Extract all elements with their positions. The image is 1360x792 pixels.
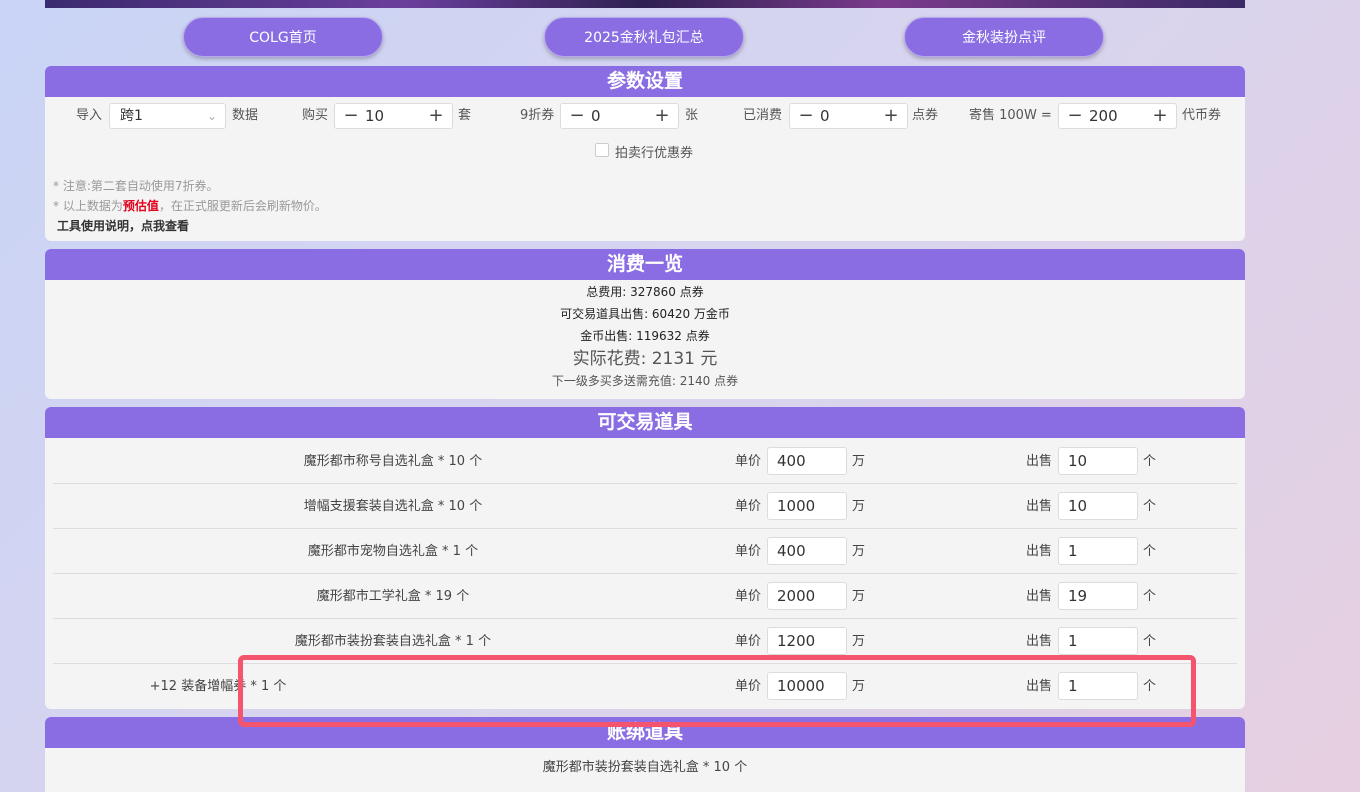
actual-cost: 实际花费: 2131 元	[572, 349, 718, 369]
sell-quantity-input[interactable]: 19	[1058, 582, 1138, 610]
price-unit: 万	[852, 544, 866, 559]
rate-minus-button[interactable]: −	[1063, 104, 1087, 128]
next-tier-recharge: 下一级多买多送需充值: 2140 点券	[551, 374, 739, 388]
discount-plus-button[interactable]: +	[650, 104, 674, 128]
note-estimate-prefix: * 以上数据为	[53, 199, 123, 213]
spent-label: 已消费	[743, 108, 783, 123]
server-select[interactable]: 跨1 ⌄	[109, 103, 226, 129]
data-label: 数据	[232, 108, 259, 123]
item-name: 增幅支援套装自选礼盒 * 10 个	[303, 499, 483, 514]
summary-title: 消费一览	[45, 249, 1245, 280]
settings-row: 导入 跨1 ⌄ 数据 购买 − 10 + 套 9折券 − 0 + 张 已消费 −…	[45, 103, 1245, 129]
settings-panel: 参数设置 导入 跨1 ⌄ 数据 购买 − 10 + 套 9折券 − 0 + 张 …	[45, 66, 1245, 241]
spent-plus-button[interactable]: +	[879, 104, 903, 128]
outfit-review-button[interactable]: 金秋装扮点评	[904, 17, 1104, 57]
note-estimate-suffix: ，在正式服更新后会刷新物价。	[158, 199, 327, 213]
sell-label: 出售	[1026, 454, 1053, 469]
price-unit: 万	[852, 499, 866, 514]
discount-minus-button[interactable]: −	[565, 104, 589, 128]
sell-label: 出售	[1026, 544, 1053, 559]
rate-unit-label: 代币券	[1182, 108, 1222, 123]
sell-label: 出售	[1026, 589, 1053, 604]
sell-unit: 个	[1143, 454, 1157, 469]
total-cost: 总费用: 327860 点券	[586, 285, 704, 299]
price-label: 单价	[735, 589, 762, 604]
list-item: 魔形都市装扮套装自选礼盒 * 10 个	[542, 760, 748, 775]
price-unit: 万	[852, 589, 866, 604]
spent-amount-value[interactable]: 0	[820, 104, 830, 128]
table-row: 增幅支援套装自选礼盒 * 10 个 单价 1000 万 出售 10 个	[53, 484, 1237, 529]
note-second-set: * 注意:第二套自动使用7折券。	[53, 179, 219, 193]
buy-quantity-stepper[interactable]: − 10 +	[334, 103, 453, 129]
auction-coupon-label[interactable]: 拍卖行优惠券	[615, 142, 693, 161]
sell-unit: 个	[1143, 589, 1157, 604]
top-banner-image	[45, 0, 1245, 8]
server-select-value: 跨1	[120, 108, 143, 124]
chevron-down-icon: ⌄	[206, 109, 217, 123]
sell-unit: 个	[1143, 544, 1157, 559]
bound-items-panel: 账绑道具 魔形都市装扮套装自选礼盒 * 10 个	[45, 717, 1245, 792]
table-row: 魔形都市称号自选礼盒 * 10 个 单价 400 万 出售 10 个	[53, 439, 1237, 484]
price-label: 单价	[735, 454, 762, 469]
exchange-rate-stepper[interactable]: − 200 +	[1058, 103, 1177, 129]
price-label: 单价	[735, 499, 762, 514]
spent-amount-stepper[interactable]: − 0 +	[789, 103, 908, 129]
navigation-bar: COLG首页 2025金秋礼包汇总 金秋装扮点评	[45, 17, 1245, 57]
exchange-rate-label: 寄售 100W =	[969, 108, 1052, 123]
tradable-sale-total: 可交易道具出售: 60420 万金币	[560, 307, 730, 321]
item-name: 魔形都市称号自选礼盒 * 10 个	[303, 454, 483, 469]
price-label: 单价	[735, 544, 762, 559]
help-link[interactable]: 工具使用说明，点我查看	[53, 216, 327, 236]
auction-coupon-checkbox[interactable]	[595, 143, 609, 157]
item-name: 魔形都市工学礼盒 * 19 个	[316, 589, 470, 604]
colg-home-button[interactable]: COLG首页	[183, 17, 383, 57]
item-name: 魔形都市宠物自选礼盒 * 1 个	[307, 544, 479, 559]
import-label: 导入	[76, 108, 103, 123]
buy-unit-label: 套	[458, 108, 472, 123]
sell-quantity-input[interactable]: 1	[1058, 627, 1138, 655]
buy-quantity-value[interactable]: 10	[365, 104, 384, 128]
summary-panel: 消费一览 总费用: 327860 点券 可交易道具出售: 60420 万金币 金…	[45, 249, 1245, 399]
discount-unit-label: 张	[685, 108, 699, 123]
sell-unit: 个	[1143, 499, 1157, 514]
exchange-rate-value[interactable]: 200	[1089, 104, 1118, 128]
price-input[interactable]: 1000	[767, 492, 847, 520]
buy-minus-button[interactable]: −	[339, 104, 363, 128]
gold-sale-total: 金币出售: 119632 点券	[580, 329, 710, 343]
note-estimate-emphasis: 预估值	[122, 199, 159, 213]
tradable-items-title: 可交易道具	[45, 407, 1245, 438]
buy-plus-button[interactable]: +	[424, 104, 448, 128]
note-estimate: * 以上数据为预估值，在正式服更新后会刷新物价。	[53, 196, 327, 216]
spent-minus-button[interactable]: −	[794, 104, 818, 128]
notes-section: * 注意:第二套自动使用7折券。 * 以上数据为预估值，在正式服更新后会刷新物价…	[53, 176, 327, 236]
sell-quantity-input[interactable]: 10	[1058, 492, 1138, 520]
sell-quantity-input[interactable]: 1	[1058, 537, 1138, 565]
price-unit: 万	[852, 454, 866, 469]
gift-summary-button[interactable]: 2025金秋礼包汇总	[544, 17, 744, 57]
buy-label: 购买	[302, 108, 329, 123]
sell-quantity-input[interactable]: 10	[1058, 447, 1138, 475]
rate-plus-button[interactable]: +	[1148, 104, 1172, 128]
price-input[interactable]: 1200	[767, 627, 847, 655]
discount-coupon-label: 9折券	[520, 108, 555, 123]
discount-coupon-stepper[interactable]: − 0 +	[560, 103, 679, 129]
table-row: 魔形都市宠物自选礼盒 * 1 个 单价 400 万 出售 1 个	[53, 529, 1237, 574]
spent-unit-label: 点券	[912, 108, 939, 123]
price-input[interactable]: 2000	[767, 582, 847, 610]
discount-coupon-value[interactable]: 0	[591, 104, 601, 128]
settings-title: 参数设置	[45, 66, 1245, 97]
sell-label: 出售	[1026, 499, 1053, 514]
price-input[interactable]: 400	[767, 447, 847, 475]
price-input[interactable]: 400	[767, 537, 847, 565]
highlight-annotation-box	[238, 655, 1196, 727]
table-row: 魔形都市工学礼盒 * 19 个 单价 2000 万 出售 19 个	[53, 574, 1237, 619]
